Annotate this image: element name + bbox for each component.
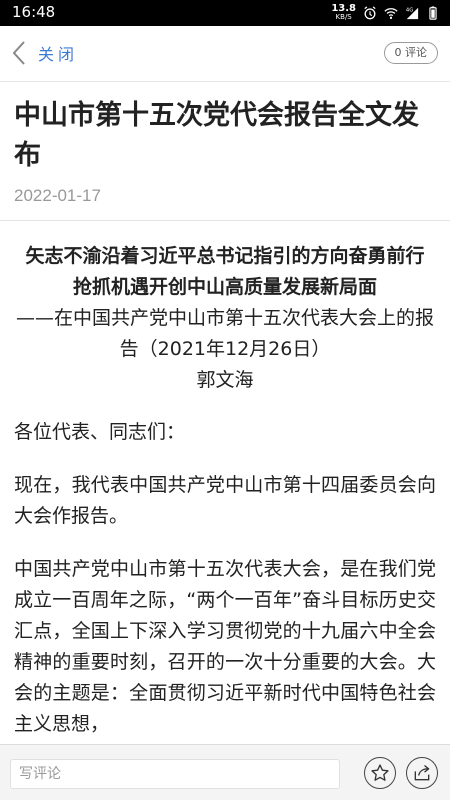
back-button[interactable]: 关闭 [10,40,78,66]
speech-title: 矢志不渝沿着习近平总书记指引的方向奋勇前行 抢抓机遇开创中山高质量发展新局面 [25,245,425,298]
wifi-icon [384,8,398,19]
favorite-button[interactable] [364,757,396,789]
comment-input[interactable]: 写评论 [10,759,340,789]
alarm-icon [364,6,376,20]
network-type: 4G [406,7,413,13]
speech-author: 郭文海 [196,369,254,391]
article-date: 2022-01-17 [14,186,101,205]
star-icon [371,764,389,781]
paragraph: 各位代表、同志们： [14,421,186,443]
net-speed-value: 13.8 [331,3,356,14]
speech-subtitle: ——在中国共产党中山市第十五次代表大会上的报告（2021年12月26日） [15,307,434,360]
article-title: 中山市第十五次党代会报告全文发布 [14,100,419,171]
comment-count-button[interactable]: 0 评论 [383,42,438,64]
back-label: 关闭 [38,45,79,64]
chevron-left-icon [12,41,25,65]
signal-icon: 4G [406,7,419,20]
nav-bar: 关闭 0 评论 [0,26,450,82]
share-icon [414,764,430,781]
battery-icon [429,6,437,20]
paragraph: 中国共产党中山市第十五次代表大会，是在我们党成立一百周年之际，“两个一百年”奋斗… [14,558,436,735]
divider [0,220,450,221]
status-time: 16:48 [12,3,56,21]
article[interactable]: 中山市第十五次党代会报告全文发布 2022-01-17 矢志不渝沿着习近平总书记… [0,82,450,744]
status-bar: 16:48 13.8 KB/S 4G [0,0,450,26]
status-icons: 13.8 KB/S 4G [331,2,440,24]
bottom-bar: 写评论 [0,744,450,800]
net-speed: 13.8 KB/S [331,4,356,22]
paragraph: 现在，我代表中国共产党中山市第十四届委员会向大会作报告。 [14,474,436,527]
share-button[interactable] [406,757,438,789]
net-speed-unit: KB/S [335,13,352,21]
